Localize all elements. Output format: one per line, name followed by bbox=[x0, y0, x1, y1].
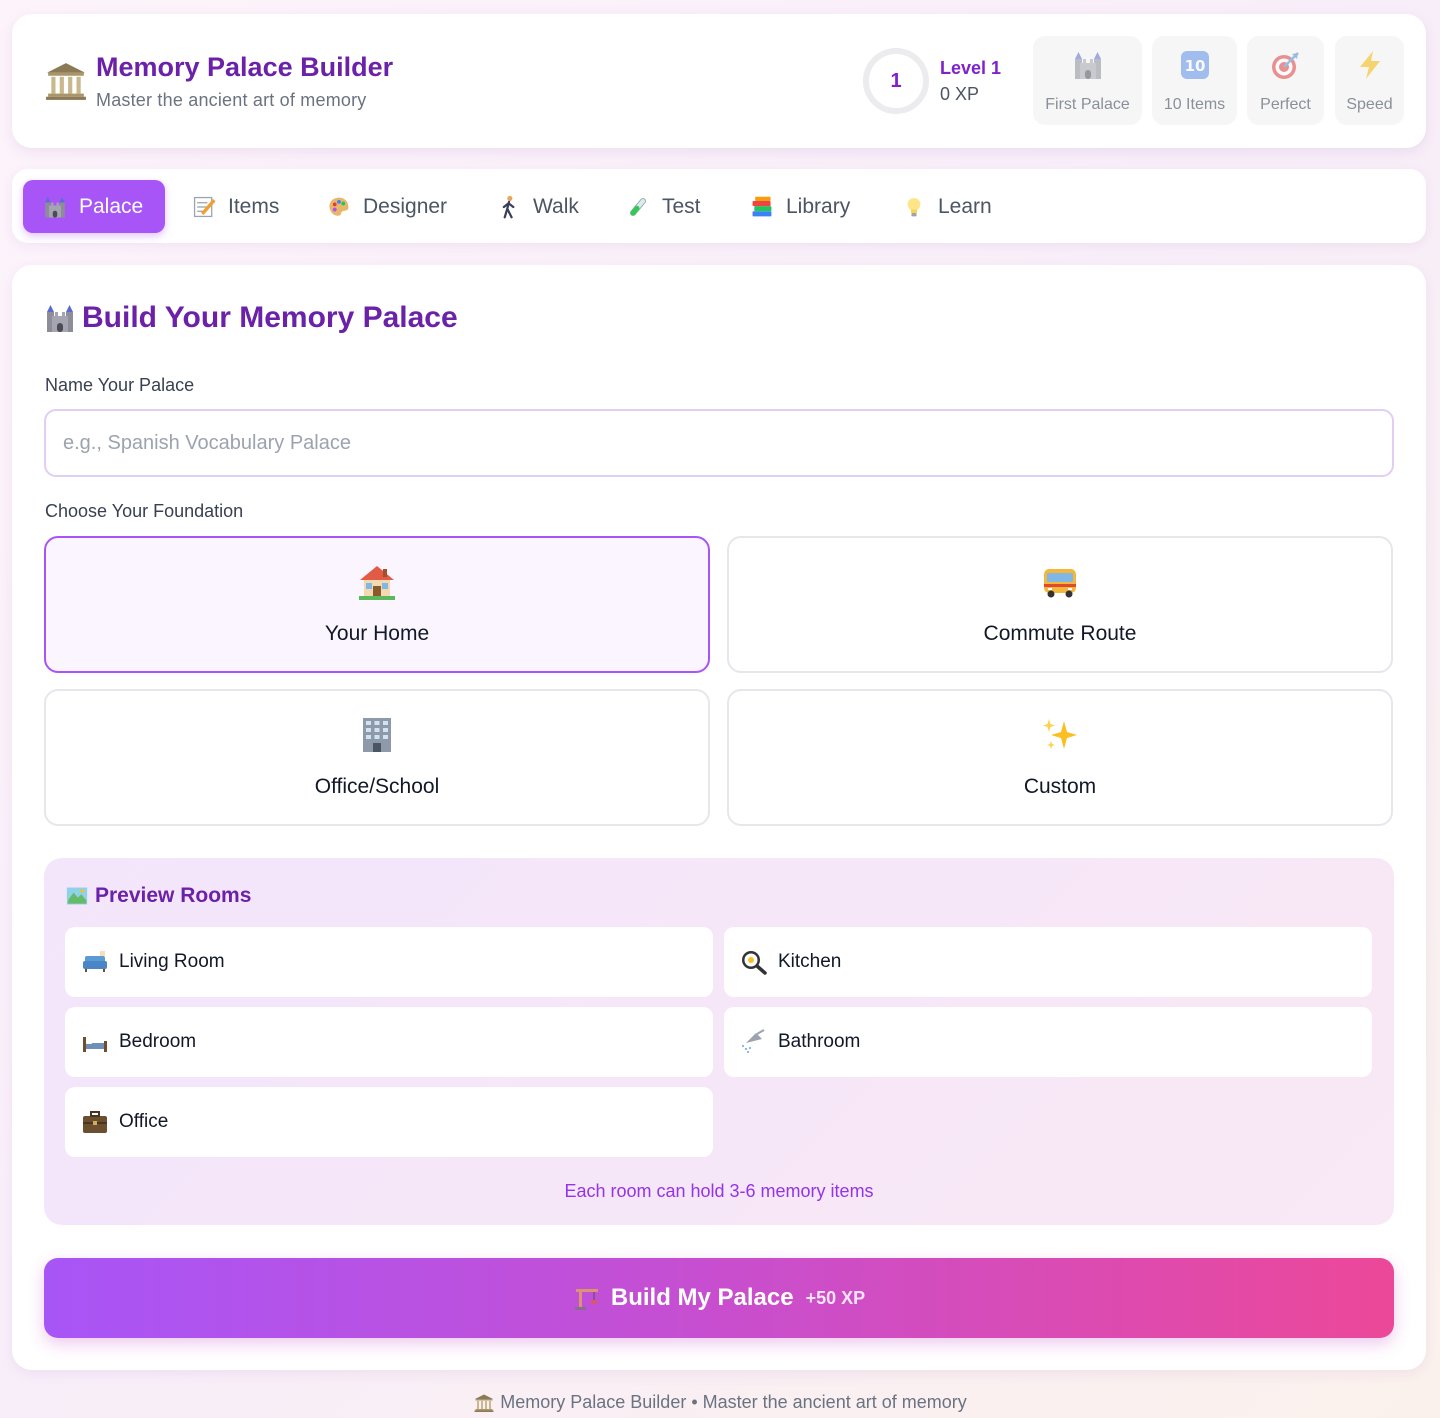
page-title: Build Your Memory Palace bbox=[44, 301, 458, 335]
room-label: Kitchen bbox=[778, 951, 842, 972]
level-ring: 1 bbox=[863, 48, 929, 114]
foundation-label: Choose Your Foundation bbox=[45, 501, 244, 521]
tab-label: Designer bbox=[363, 194, 448, 218]
room-label: Bedroom bbox=[119, 1031, 197, 1052]
badge-speed: Speed bbox=[1335, 36, 1404, 125]
test-tube-icon bbox=[626, 195, 650, 219]
books-icon bbox=[750, 195, 774, 219]
tab-label: Test bbox=[662, 194, 701, 218]
map-icon bbox=[65, 885, 89, 907]
build-button-label: Build My Palace bbox=[610, 1284, 794, 1311]
foundation-label-text: Commute Route bbox=[983, 622, 1137, 645]
badge-label: First Palace bbox=[1045, 96, 1130, 113]
tab-library[interactable]: Library bbox=[750, 180, 850, 233]
app-header: Memory Palace Builder Master the ancient… bbox=[12, 14, 1426, 148]
frying-pan-icon bbox=[740, 949, 768, 975]
foundation-office-school[interactable]: Office/School bbox=[44, 689, 710, 826]
house-icon bbox=[357, 562, 397, 602]
tab-label: Library bbox=[786, 194, 851, 218]
app-subtitle: Master the ancient art of memory bbox=[96, 90, 367, 110]
build-button-xp: +50 XP bbox=[805, 1287, 866, 1308]
badge-10-items: 10 Items bbox=[1152, 36, 1237, 125]
foundation-custom[interactable]: Custom bbox=[727, 689, 1393, 826]
target-icon bbox=[1270, 49, 1302, 81]
tab-walk[interactable]: Walk bbox=[497, 180, 579, 233]
tab-label: Palace bbox=[79, 194, 144, 218]
foundation-label-text: Your Home bbox=[324, 622, 430, 645]
briefcase-icon bbox=[81, 1109, 109, 1135]
bed-icon bbox=[81, 1029, 109, 1055]
light-bulb-icon bbox=[902, 195, 926, 219]
room-office: Office bbox=[65, 1087, 713, 1157]
tab-bar: Palace Items Designer Walk Test Library … bbox=[12, 169, 1426, 243]
preview-note: Each room can hold 3-6 memory items bbox=[564, 1181, 874, 1201]
construction-crane-icon bbox=[573, 1285, 601, 1311]
badge-perfect: Perfect bbox=[1247, 36, 1324, 125]
castle-icon bbox=[1072, 49, 1104, 81]
room-kitchen: Kitchen bbox=[724, 927, 1372, 997]
memo-icon bbox=[192, 195, 216, 219]
badge-label: Perfect bbox=[1260, 96, 1311, 113]
foundation-label-text: Custom bbox=[1023, 775, 1097, 798]
classical-building-icon bbox=[473, 1393, 495, 1413]
office-building-icon bbox=[357, 715, 397, 755]
keycap-ten-icon bbox=[1179, 49, 1211, 81]
xp-label: 0 XP bbox=[940, 84, 980, 104]
couch-icon bbox=[81, 949, 109, 975]
tab-learn[interactable]: Learn bbox=[902, 180, 992, 233]
badge-label: 10 Items bbox=[1163, 96, 1226, 113]
castle-icon bbox=[44, 302, 76, 334]
tab-test[interactable]: Test bbox=[626, 180, 701, 233]
tab-label: Walk bbox=[533, 194, 579, 218]
walking-person-icon bbox=[497, 195, 521, 219]
castle-icon bbox=[43, 195, 67, 219]
room-bathroom: Bathroom bbox=[724, 1007, 1372, 1077]
name-label: Name Your Palace bbox=[45, 375, 195, 395]
foundation-commute-route[interactable]: Commute Route bbox=[727, 536, 1393, 673]
tab-items[interactable]: Items bbox=[192, 180, 279, 233]
shower-icon bbox=[740, 1029, 768, 1055]
app-title: Memory Palace Builder bbox=[96, 52, 394, 82]
footer: Memory Palace Builder • Master the ancie… bbox=[0, 1392, 1440, 1413]
sparkles-icon bbox=[1040, 715, 1080, 755]
badge-label: Speed bbox=[1346, 96, 1393, 113]
foundation-your-home[interactable]: Your Home bbox=[44, 536, 710, 673]
room-living-room: Living Room bbox=[65, 927, 713, 997]
level-label: Level 1 bbox=[940, 58, 1002, 78]
build-palace-card: Build Your Memory Palace Name Your Palac… bbox=[12, 265, 1426, 1370]
badge-first-palace: First Palace bbox=[1033, 36, 1142, 125]
room-label: Bathroom bbox=[778, 1031, 861, 1052]
foundation-label-text: Office/School bbox=[314, 775, 440, 798]
room-label: Living Room bbox=[119, 951, 225, 972]
preview-title-text: Preview Rooms bbox=[95, 884, 252, 907]
tab-designer[interactable]: Designer bbox=[327, 180, 447, 233]
classical-building-icon bbox=[44, 60, 88, 102]
preview-title: Preview Rooms bbox=[65, 884, 251, 908]
tab-label: Items bbox=[228, 194, 280, 218]
palette-icon bbox=[327, 195, 351, 219]
bus-icon bbox=[1040, 562, 1080, 602]
palace-name-input[interactable] bbox=[44, 409, 1394, 477]
page-title-text: Build Your Memory Palace bbox=[82, 301, 458, 334]
tab-palace[interactable]: Palace bbox=[23, 180, 165, 233]
footer-text: Memory Palace Builder • Master the ancie… bbox=[500, 1392, 967, 1412]
preview-rooms-panel: Preview Rooms Living Room Kitchen Bedroo… bbox=[44, 858, 1394, 1225]
room-bedroom: Bedroom bbox=[65, 1007, 713, 1077]
build-palace-button[interactable]: Build My Palace +50 XP bbox=[44, 1258, 1394, 1338]
room-label: Office bbox=[119, 1111, 169, 1132]
lightning-icon bbox=[1354, 49, 1386, 81]
tab-label: Learn bbox=[938, 194, 992, 218]
